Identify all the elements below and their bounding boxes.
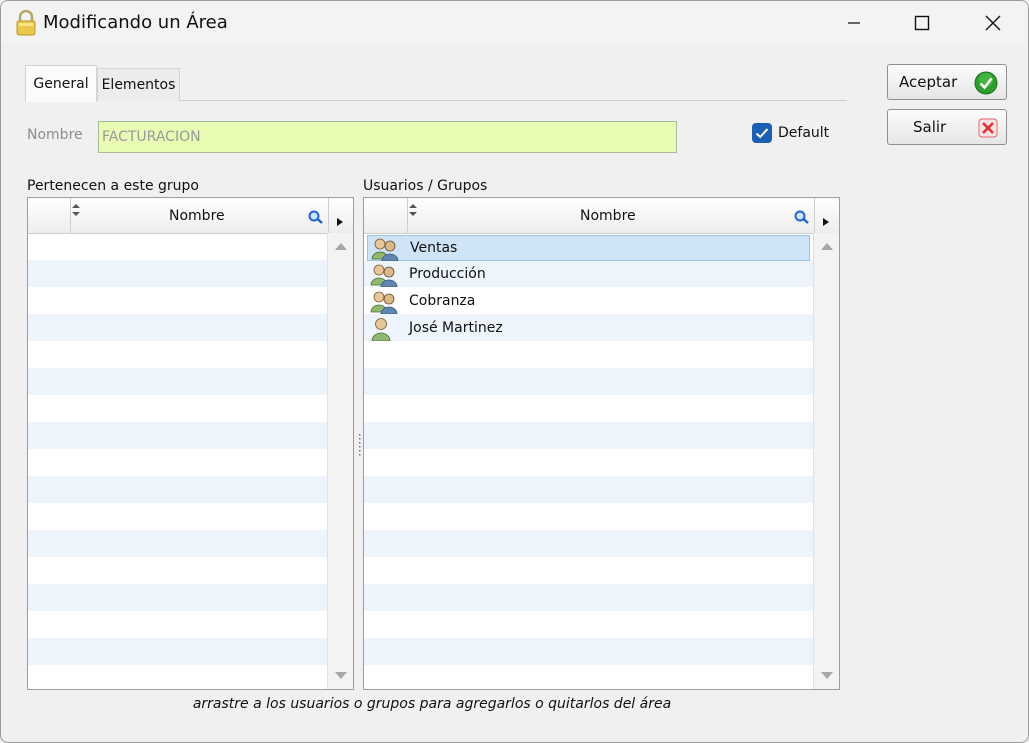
checkmark-icon [755,128,769,139]
group-icon [371,237,399,262]
members-grid-header: Nombre [28,198,353,234]
column-chooser-icon[interactable] [823,211,829,230]
scroll-up-icon[interactable] [335,243,347,250]
close-button[interactable] [970,3,1016,43]
close-icon [985,15,1001,31]
users-groups-grid[interactable]: Nombre Ventas Producción Cobranza José M… [363,197,840,690]
list-item[interactable]: José Martinez [367,316,810,342]
list-item[interactable]: Producción [367,262,810,288]
red-x-icon [978,118,998,142]
maximize-button[interactable] [899,3,945,43]
search-icon[interactable] [308,209,324,228]
scroll-up-icon[interactable] [821,243,833,250]
list-item[interactable]: Ventas [367,235,810,262]
nombre-label: Nombre [27,127,83,143]
members-scrollbar[interactable] [327,233,353,689]
column-chooser-icon[interactable] [337,211,343,230]
group-icon [370,263,398,288]
accept-button[interactable]: Aceptar [887,64,1007,100]
default-checkbox[interactable] [752,123,772,143]
right-panel-label: Usuarios / Grupos [363,178,488,194]
sort-icon[interactable] [72,201,80,220]
users-scrollbar[interactable] [813,233,839,689]
list-item-label: Producción [409,266,486,282]
sort-icon[interactable] [409,201,417,220]
list-item-label: Cobranza [409,293,476,309]
default-label: Default [778,125,830,141]
dialog-window: Modificando un Área General Elementos No… [0,0,1029,743]
list-item-label: José Martinez [409,320,503,336]
accept-button-label: Aceptar [899,73,958,91]
left-panel-label: Pertenecen a este grupo [27,178,199,194]
maximize-icon [914,15,930,31]
minimize-button[interactable] [831,3,877,43]
exit-button[interactable]: Salir [887,109,1007,145]
members-column-nombre[interactable]: Nombre [169,208,225,224]
exit-button-label: Salir [913,118,947,136]
users-column-nombre[interactable]: Nombre [580,208,636,224]
minimize-icon [848,22,860,24]
search-icon[interactable] [794,209,810,228]
group-icon [370,290,398,315]
list-item-label: Ventas [410,240,458,256]
panel-splitter[interactable] [358,433,361,457]
user-icon [370,317,398,342]
scroll-down-icon[interactable] [821,672,833,679]
green-check-icon [974,71,998,99]
users-grid-header: Nombre [364,198,839,234]
users-rows: Ventas Producción Cobranza José Martinez [364,233,813,689]
tab-elementos[interactable]: Elementos [97,68,180,101]
members-grid[interactable]: Nombre [27,197,354,690]
list-item[interactable]: Cobranza [367,289,810,315]
members-rows [28,233,327,689]
drag-hint: arrastre a los usuarios o grupos para ag… [192,696,672,712]
tab-general[interactable]: General [25,65,97,102]
nombre-input[interactable] [98,121,677,153]
scroll-down-icon[interactable] [335,672,347,679]
window-title: Modificando un Área [43,12,228,33]
title-bar: Modificando un Área [1,1,1028,45]
lock-icon [15,9,37,36]
